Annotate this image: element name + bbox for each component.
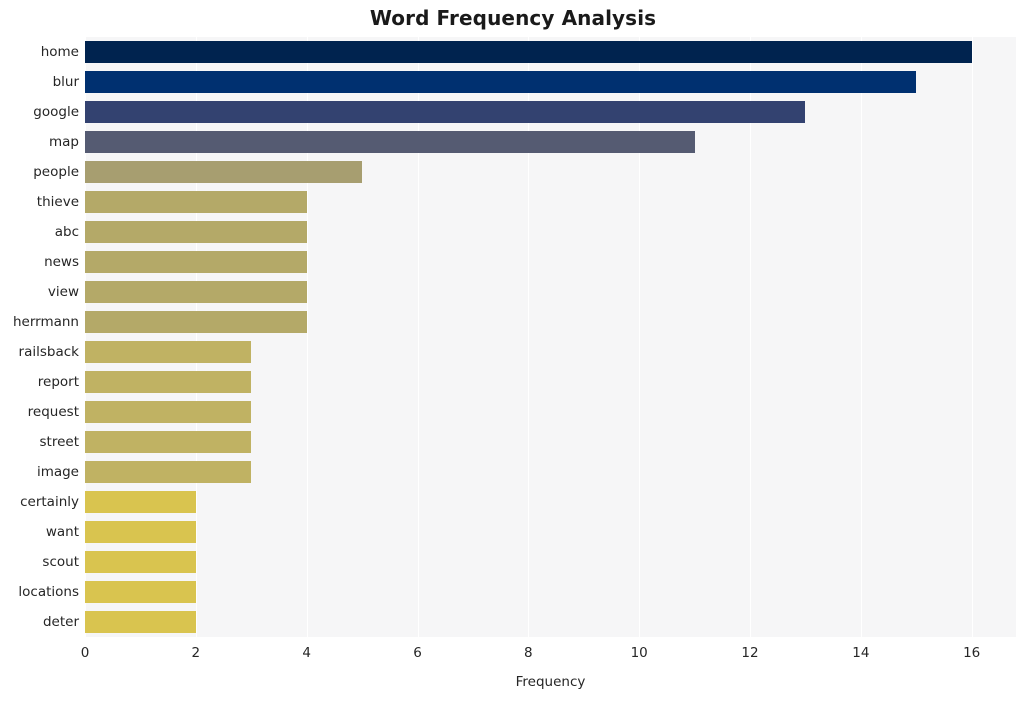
bar-home[interactable] — [85, 40, 972, 64]
x-tick-label-4: 4 — [302, 645, 311, 661]
y-tick-label-home: home — [40, 44, 79, 60]
bar-row — [85, 250, 1016, 274]
bar-row — [85, 220, 1016, 244]
y-tick-label-street: street — [39, 434, 80, 450]
x-tick-label-0: 0 — [80, 645, 90, 661]
chart-title: Word Frequency Analysis — [369, 6, 657, 30]
bar-row — [85, 130, 1016, 154]
bar-report[interactable] — [85, 370, 252, 394]
y-tick-label-news: news — [44, 254, 79, 270]
x-tick-label-10: 10 — [630, 645, 648, 661]
y-tick-label-deter: deter — [42, 614, 79, 630]
x-tick-label-14: 14 — [852, 645, 870, 661]
x-tick-label-16: 16 — [963, 645, 981, 661]
bars-container — [85, 37, 1016, 637]
y-tick-label-map: map — [49, 134, 79, 150]
y-axis-tick-labels: home blur google map people thieve abc news view… — [0, 37, 79, 637]
bar-row — [85, 550, 1016, 574]
x-tick-label-6: 6 — [413, 645, 422, 661]
bar-locations[interactable] — [85, 580, 196, 604]
bar-street[interactable] — [85, 430, 252, 454]
bar-news[interactable] — [85, 250, 307, 274]
x-tick-label-2: 2 — [191, 645, 201, 661]
bar-row — [85, 370, 1016, 394]
bar-row — [85, 160, 1016, 184]
bar-row — [85, 610, 1016, 634]
bar-row — [85, 520, 1016, 544]
x-tick-label-12: 12 — [741, 645, 759, 661]
x-axis-tick-labels: 0 2 4 6 8 10 12 14 16 — [81, 645, 1016, 665]
bar-map[interactable] — [85, 130, 695, 154]
y-tick-label-google: google — [33, 104, 79, 120]
y-tick-label-image: image — [36, 464, 79, 480]
bar-row — [85, 400, 1016, 424]
bar-row — [85, 70, 1016, 94]
y-tick-label-report: report — [37, 374, 79, 390]
bar-deter[interactable] — [85, 610, 196, 634]
bar-row — [85, 310, 1016, 334]
bar-people[interactable] — [85, 160, 363, 184]
bar-want[interactable] — [85, 520, 196, 544]
y-tick-label-want: want — [45, 524, 79, 540]
y-tick-label-herrmann: herrmann — [12, 314, 79, 330]
bar-request[interactable] — [85, 400, 252, 424]
bar-row — [85, 580, 1016, 604]
y-tick-label-railsback: railsback — [18, 344, 79, 360]
y-tick-label-certainly: certainly — [20, 494, 79, 510]
bar-row — [85, 190, 1016, 214]
y-tick-label-people: people — [33, 164, 79, 180]
y-tick-label-thieve: thieve — [36, 194, 79, 210]
bar-view[interactable] — [85, 280, 307, 304]
bar-row — [85, 40, 1016, 64]
bar-certainly[interactable] — [85, 490, 196, 514]
bar-google[interactable] — [85, 100, 806, 124]
bar-scout[interactable] — [85, 550, 196, 574]
x-tick-label-8: 8 — [524, 645, 533, 661]
bar-abc[interactable] — [85, 220, 307, 244]
bar-row — [85, 460, 1016, 484]
bar-thieve[interactable] — [85, 190, 307, 214]
bar-image[interactable] — [85, 460, 252, 484]
y-tick-label-blur: blur — [52, 74, 79, 90]
y-tick-label-scout: scout — [42, 554, 79, 570]
y-tick-label-view: view — [47, 284, 79, 300]
bar-blur[interactable] — [85, 70, 917, 94]
plot-area — [85, 37, 1016, 637]
y-tick-label-request: request — [27, 404, 79, 420]
y-tick-label-abc: abc — [54, 224, 79, 240]
bar-row — [85, 100, 1016, 124]
bar-row — [85, 490, 1016, 514]
bar-herrmann[interactable] — [85, 310, 307, 334]
bar-chart-figure: Word Frequency Analysis home blur google ma… — [0, 0, 1026, 701]
bar-railsback[interactable] — [85, 340, 252, 364]
bar-row — [85, 340, 1016, 364]
y-tick-label-locations: locations — [18, 584, 79, 600]
bar-row — [85, 430, 1016, 454]
bar-row — [85, 280, 1016, 304]
x-axis-title: Frequency — [515, 674, 586, 690]
